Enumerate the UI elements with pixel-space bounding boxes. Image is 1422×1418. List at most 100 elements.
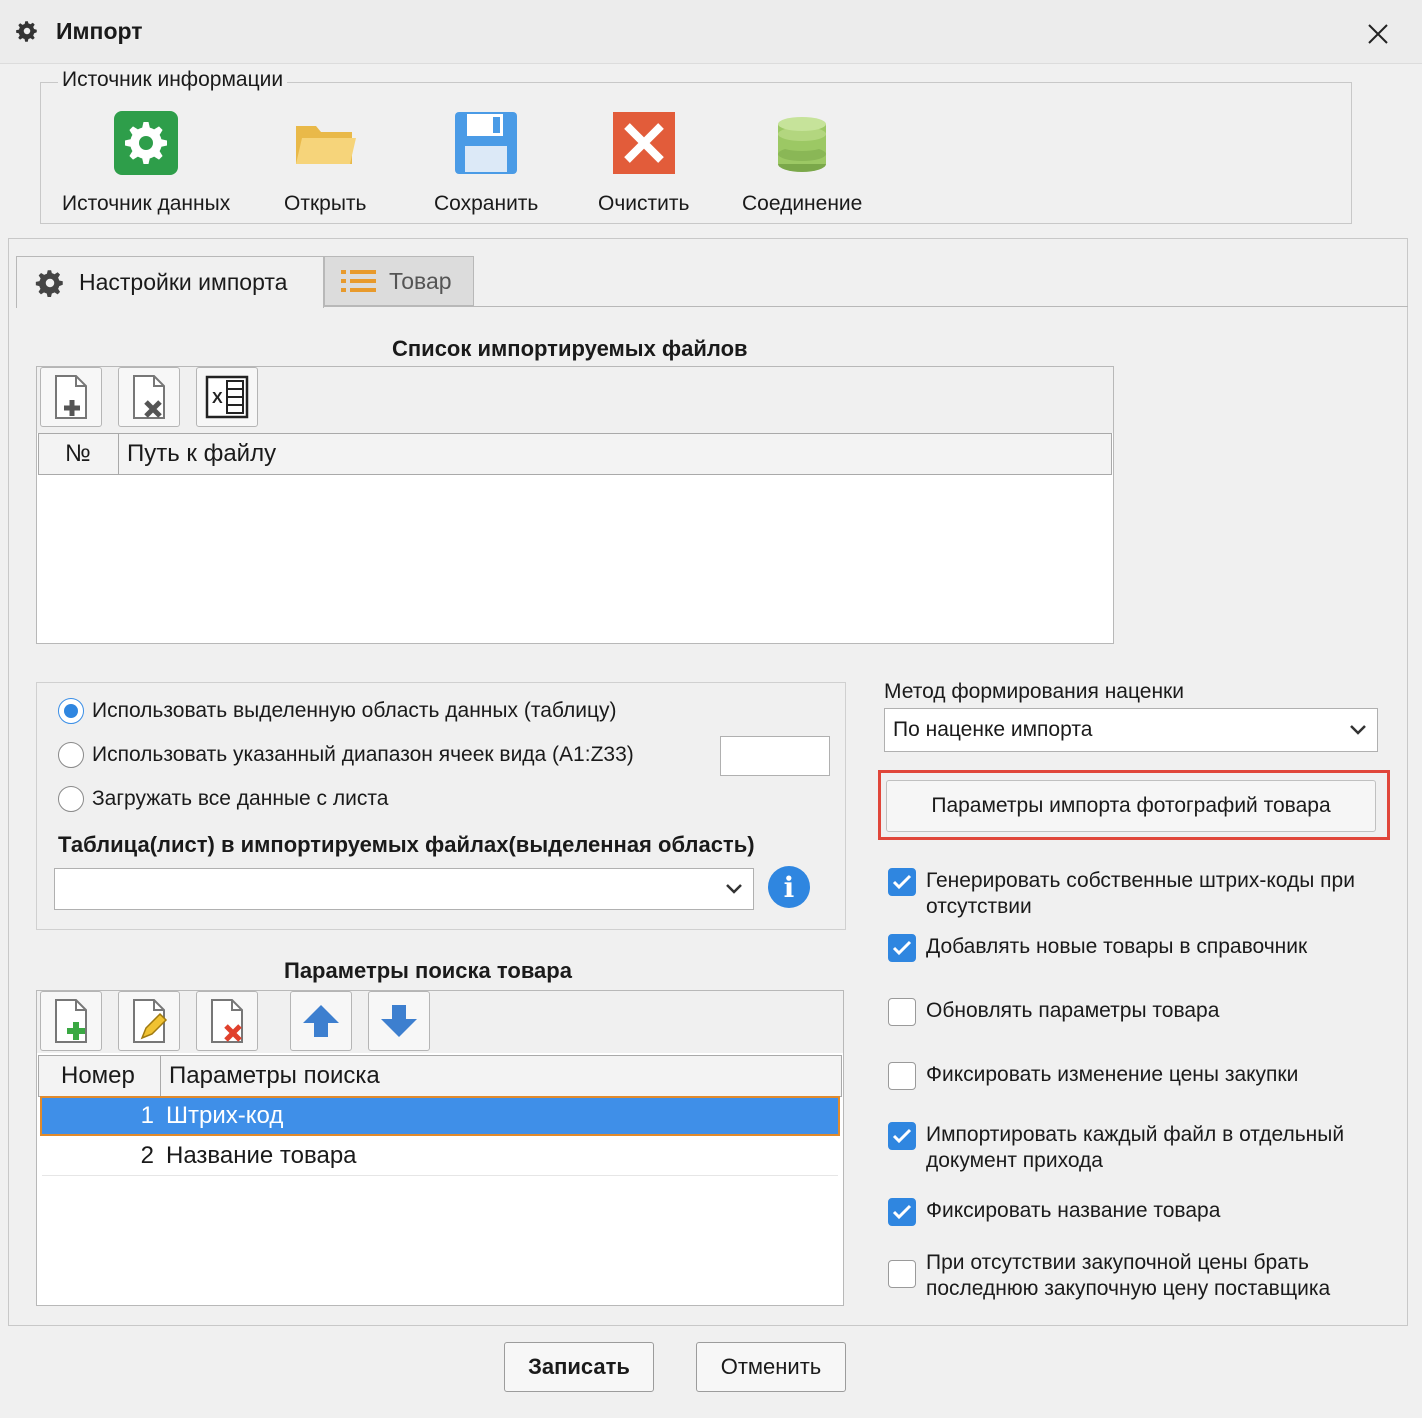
files-title: Список импортируемых файлов (392, 336, 748, 361)
radio-use-selection[interactable]: Использовать выделенную область данных (… (58, 698, 616, 724)
checkbox-label-line: При отсутствии закупочной цены брать (926, 1251, 1309, 1274)
row-number: 1 (140, 1102, 154, 1129)
column-number[interactable]: Номер (39, 1056, 161, 1096)
edit-icon (133, 999, 168, 1043)
check-icon (892, 940, 912, 956)
data-source-label: Источник данных (62, 192, 231, 215)
move-down-button[interactable] (368, 991, 430, 1051)
gear-green-icon (114, 111, 179, 175)
checkbox-label: Фиксировать изменение цены закупки (926, 1063, 1299, 1086)
checkbox-last-supplier-price[interactable]: При отсутствии закупочной цены брать посл… (888, 1250, 1330, 1302)
save-button[interactable]: Сохранить (434, 110, 538, 216)
gear-icon (16, 21, 37, 42)
delete-param-button[interactable] (196, 991, 258, 1051)
sheet-label: Таблица(лист) в импортируемых файлах(выд… (58, 832, 755, 857)
save-label: Сохранить (434, 192, 539, 215)
checkbox[interactable] (888, 1198, 916, 1226)
chevron-down-icon (1350, 725, 1366, 735)
source-group (40, 82, 1352, 224)
add-param-button[interactable] (40, 991, 102, 1051)
tab-product[interactable]: Товар (324, 256, 474, 306)
window-title: Импорт (56, 18, 143, 44)
source-group-legend: Источник информации (58, 68, 288, 92)
svg-text:X: X (212, 390, 223, 407)
clear-button[interactable]: Очистить (598, 110, 689, 216)
table-row[interactable]: 2 Название товара (42, 1136, 838, 1176)
files-grid-header: № Путь к файлу (38, 433, 1112, 475)
checkbox[interactable] (888, 1122, 916, 1150)
database-icon (778, 117, 827, 172)
remove-file-icon (133, 375, 165, 419)
radio-load-all[interactable]: Загружать все данные с листа (58, 786, 388, 812)
add-icon (55, 999, 87, 1043)
connection-label: Соединение (742, 192, 863, 215)
cancel-button[interactable]: Отменить (696, 1342, 846, 1392)
clear-red-x-icon (612, 112, 675, 174)
save-record-button[interactable]: Записать (504, 1342, 654, 1392)
checkbox-generate-barcodes[interactable]: Генерировать собственные штрих-коды при о… (888, 868, 1355, 920)
connection-button[interactable]: Соединение (742, 110, 862, 216)
check-icon (892, 1128, 912, 1144)
remove-file-button[interactable] (118, 367, 180, 427)
row-value: Штрих-код (166, 1102, 284, 1129)
close-button[interactable] (1358, 14, 1398, 54)
radio-button[interactable] (58, 786, 84, 812)
delete-icon (211, 999, 243, 1043)
tab-product-label: Товар (389, 267, 452, 294)
sheet-select[interactable] (54, 868, 754, 910)
check-icon (892, 874, 912, 890)
arrow-down-icon (381, 1005, 417, 1037)
check-icon (892, 1204, 912, 1220)
checkbox-label-line: последнюю закупочную цену поставщика (926, 1277, 1331, 1300)
add-file-icon (55, 375, 87, 419)
checkbox[interactable] (888, 998, 916, 1026)
move-up-button[interactable] (290, 991, 352, 1051)
radio-load-all-label: Загружать все данные с листа (92, 787, 389, 810)
clear-label: Очистить (598, 192, 690, 215)
checkbox-label-line: Импортировать каждый файл в отдельный (926, 1123, 1345, 1146)
markup-method-select[interactable]: По наценке импорта (884, 708, 1378, 752)
folder-icon (296, 126, 357, 164)
row-value: Название товара (166, 1141, 357, 1169)
checkbox-label: Обновлять параметры товара (926, 999, 1220, 1022)
photo-import-params-button[interactable]: Параметры импорта фотографий товара (886, 780, 1376, 832)
checkbox-label-line: отсутствии (926, 895, 1032, 918)
list-icon (341, 270, 376, 292)
search-title: Параметры поиска товара (284, 958, 572, 983)
excel-file-button[interactable]: X (196, 367, 258, 427)
row-number: 2 (140, 1141, 154, 1169)
open-label: Открыть (284, 192, 367, 215)
search-grid-header: Номер Параметры поиска (38, 1055, 842, 1097)
radio-use-range-label: Использовать указанный диапазон ячеек ви… (92, 743, 634, 766)
checkbox-fix-purchase-price[interactable]: Фиксировать изменение цены закупки (888, 1062, 1298, 1090)
title-bar (0, 0, 1422, 64)
checkbox[interactable] (888, 868, 916, 896)
info-icon[interactable]: i (768, 866, 810, 908)
arrow-up-icon (303, 1005, 339, 1037)
range-input[interactable] (720, 736, 830, 776)
checkbox[interactable] (888, 1260, 916, 1288)
close-icon (1368, 24, 1388, 44)
radio-use-range[interactable]: Использовать указанный диапазон ячеек ви… (58, 742, 634, 768)
checkbox-fix-product-name[interactable]: Фиксировать название товара (888, 1198, 1220, 1226)
markup-method-label: Метод формирования наценки (884, 680, 1184, 703)
checkbox-add-new-products[interactable]: Добавлять новые товары в справочник (888, 934, 1307, 962)
excel-icon: X (205, 375, 249, 419)
data-source-button[interactable]: Источник данных (62, 110, 230, 216)
radio-button[interactable] (58, 698, 84, 724)
radio-button[interactable] (58, 742, 84, 768)
checkbox-label-line: Генерировать собственные штрих-коды при (926, 869, 1355, 892)
add-file-button[interactable] (40, 367, 102, 427)
edit-param-button[interactable] (118, 991, 180, 1051)
tab-import-settings[interactable]: Настройки импорта (16, 256, 324, 308)
checkbox-separate-documents[interactable]: Импортировать каждый файл в отдельный док… (888, 1122, 1344, 1174)
table-row[interactable]: 1 Штрих-код (40, 1096, 840, 1136)
checkbox-update-params[interactable]: Обновлять параметры товара (888, 998, 1219, 1026)
column-file-path[interactable]: Путь к файлу (119, 434, 276, 474)
column-search-params[interactable]: Параметры поиска (161, 1056, 380, 1096)
open-button[interactable]: Открыть (284, 110, 366, 216)
gear-icon (35, 269, 63, 297)
checkbox[interactable] (888, 1062, 916, 1090)
checkbox[interactable] (888, 934, 916, 962)
column-number[interactable]: № (39, 434, 119, 474)
